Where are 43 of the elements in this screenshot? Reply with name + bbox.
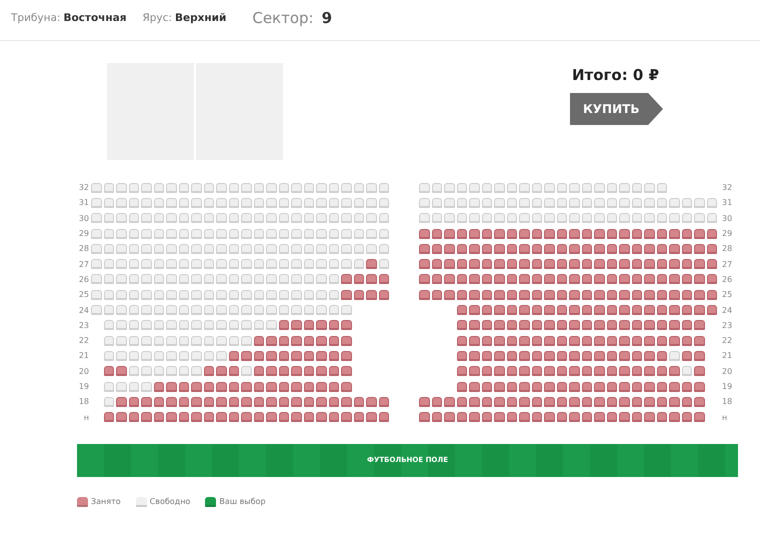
row-number: 31 (722, 198, 734, 208)
row-number: 32 (722, 183, 734, 192)
row-number: 21 (78, 351, 89, 360)
stand-value: Восточная (63, 12, 126, 24)
row-number: 28 (78, 244, 89, 254)
row-number: 25 (722, 290, 734, 300)
sector-value: 9 (322, 9, 332, 27)
row-number: 18 (722, 397, 734, 406)
row-number: 29 (722, 229, 734, 238)
row-number: 29 (78, 229, 89, 238)
row-number: н (82, 412, 89, 422)
row-number: 19 (78, 382, 89, 391)
row-number: 32 (78, 183, 89, 192)
row-number: 30 (78, 214, 89, 223)
row-number: 26 (722, 274, 734, 284)
row-number: 20 (722, 366, 734, 376)
row-number: 28 (722, 244, 734, 254)
row-number: 18 (78, 397, 89, 406)
stand-label: Трибуна: (11, 12, 60, 24)
row-number: 26 (78, 274, 89, 284)
tier-label: Ярус: (142, 12, 172, 24)
legend-label: Занято (91, 497, 121, 506)
row-number: 23 (78, 320, 89, 330)
sector-label: Сектор: (252, 9, 314, 27)
row-number: 21 (722, 351, 734, 360)
row-number: 25 (78, 290, 89, 300)
row-number: 27 (722, 260, 734, 269)
row-number: 19 (722, 382, 734, 391)
row-number: 20 (78, 366, 89, 376)
row-number: 31 (78, 198, 89, 208)
row-number: н (722, 412, 728, 422)
buy-button[interactable]: КУПИТЬ (570, 93, 663, 125)
tier-value: Верхний (174, 12, 226, 24)
legend-label: Свободно (150, 497, 190, 506)
total-amount: Итого: 0 ₽ (572, 66, 660, 84)
row-number: 27 (78, 260, 89, 269)
row-number: 30 (722, 214, 734, 223)
row-number: 22 (78, 336, 89, 346)
row-number: 24 (78, 306, 89, 315)
row-number: 22 (722, 336, 734, 346)
row-number: 23 (722, 320, 734, 330)
legend-label: Ваш выбор (219, 497, 266, 506)
row-number: 24 (722, 306, 734, 315)
